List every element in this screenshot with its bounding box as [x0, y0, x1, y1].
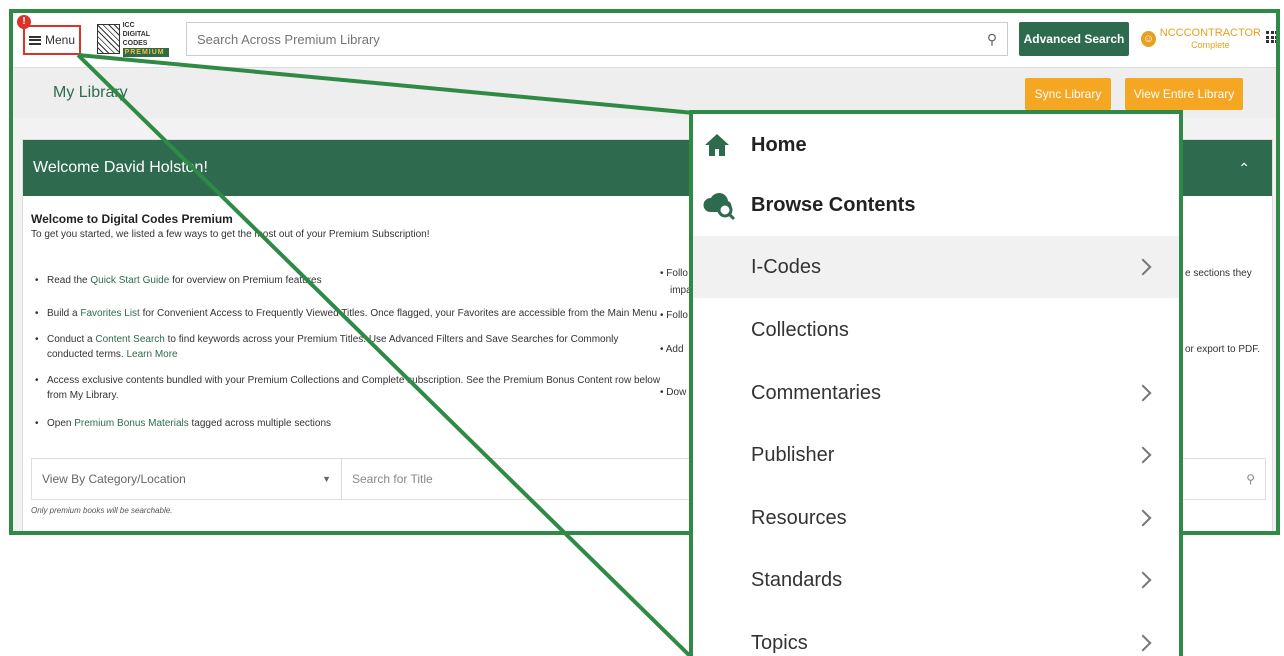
view-entire-library-button[interactable]: View Entire Library: [1125, 78, 1243, 110]
menu-button[interactable]: Menu: [23, 25, 81, 55]
menu-zoom-panel: Home Browse Contents I-Codes Collections…: [689, 110, 1183, 656]
chevron-right-icon: [1134, 384, 1152, 402]
username: NCCCONTRACTOR: [1159, 27, 1261, 39]
list-item: Read the Quick Start Guide for overview …: [35, 273, 667, 288]
favorites-link[interactable]: Favorites List: [80, 308, 139, 319]
chevron-right-icon: [1134, 634, 1152, 652]
quick-start-link[interactable]: Quick Start Guide: [90, 275, 169, 286]
notification-badge: !: [17, 15, 31, 29]
list-item: Open Premium Bonus Materials tagged acro…: [35, 416, 667, 431]
cloud-search-icon: [703, 193, 736, 221]
menu-item-label: Collections: [751, 318, 849, 341]
list-item: Build a Favorites List for Convenient Ac…: [35, 306, 667, 321]
category-select[interactable]: View By Category/Location ▼: [32, 459, 342, 499]
menu-item-publisher[interactable]: Publisher: [693, 424, 1179, 486]
advanced-search-button[interactable]: Advanced Search: [1019, 22, 1129, 56]
title-search-placeholder: Search for Title: [352, 472, 433, 486]
menu-item-label: Home: [751, 133, 807, 156]
menu-item-i-codes[interactable]: I-Codes: [693, 236, 1179, 298]
welcome-heading: Welcome to Digital Codes Premium: [31, 212, 233, 226]
chevron-right-icon: [1134, 446, 1152, 464]
icc-logo-icon: [97, 24, 120, 54]
logo-badge: ICC: [122, 22, 135, 29]
list-item: Conduct a Content Search to find keyword…: [35, 332, 667, 362]
chevron-right-icon: [1134, 258, 1152, 276]
page-title: My Library: [53, 84, 128, 101]
menu-item-label: Standards: [751, 568, 843, 591]
menu-item-label: Publisher: [751, 443, 835, 466]
menu-item-browse-contents[interactable]: Browse Contents: [693, 174, 1179, 236]
bonus-materials-link[interactable]: Premium Bonus Materials: [74, 418, 188, 429]
logo-line1: DIGITAL CODES: [122, 31, 150, 47]
right-col-text: • Dow: [660, 387, 687, 398]
category-select-label: View By Category/Location: [42, 472, 186, 486]
welcome-card-title: Welcome David Holston!: [33, 159, 208, 176]
menu-item-commentaries[interactable]: Commentaries: [693, 362, 1179, 424]
menu-item-label: Resources: [751, 506, 847, 529]
chevron-up-icon[interactable]: ⌃: [1238, 160, 1250, 177]
menu-item-topics[interactable]: Topics: [693, 612, 1179, 656]
chevron-right-icon: [1134, 571, 1152, 589]
search-icon[interactable]: ⚲: [977, 31, 1007, 48]
right-col-text: • Follo: [660, 268, 688, 279]
welcome-intro: To get you started, we listed a few ways…: [31, 229, 430, 240]
search-note: Only premium books will be searchable.: [31, 506, 173, 515]
apps-grid-icon[interactable]: [1266, 31, 1276, 43]
user-avatar-icon: ☺: [1141, 31, 1156, 47]
menu-item-label: I-Codes: [751, 255, 822, 278]
content-search-link[interactable]: Content Search: [95, 334, 165, 345]
menu-item-label: Browse Contents: [751, 193, 916, 216]
logo[interactable]: ICC DIGITAL CODES PREMIUM: [97, 22, 169, 57]
user-menu[interactable]: ☺ NCCCONTRACTOR Complete: [1141, 21, 1261, 57]
hamburger-icon: [28, 35, 41, 45]
menu-item-resources[interactable]: Resources: [693, 487, 1179, 549]
menu-item-home[interactable]: Home: [693, 114, 1179, 176]
caret-down-icon: ▼: [322, 474, 331, 484]
right-col-link[interactable]: • Add: [660, 344, 684, 355]
top-bar: Menu ! ICC DIGITAL CODES PREMIUM ⚲ Advan…: [13, 13, 1276, 68]
menu-label: Menu: [44, 33, 76, 47]
global-search-input[interactable]: [187, 23, 977, 55]
menu-item-standards[interactable]: Standards: [693, 549, 1179, 611]
right-col-text: e sections they: [1185, 268, 1252, 279]
sync-library-button[interactable]: Sync Library: [1025, 78, 1111, 110]
menu-item-label: Commentaries: [751, 381, 882, 404]
global-search: ⚲: [186, 22, 1008, 56]
learn-more-link[interactable]: Learn More: [126, 349, 177, 360]
chevron-right-icon: [1134, 509, 1152, 527]
logo-line2: PREMIUM: [122, 48, 169, 57]
home-icon: [705, 134, 729, 156]
list-item: Access exclusive contents bundled with y…: [35, 373, 667, 403]
search-icon[interactable]: ⚲: [1246, 472, 1255, 486]
menu-item-collections[interactable]: Collections: [693, 299, 1179, 361]
right-col-text: • Follo: [660, 310, 688, 321]
menu-item-label: Topics: [751, 631, 808, 654]
right-col-text: or export to PDF.: [1185, 344, 1261, 355]
subscription-label: Complete: [1191, 40, 1230, 50]
